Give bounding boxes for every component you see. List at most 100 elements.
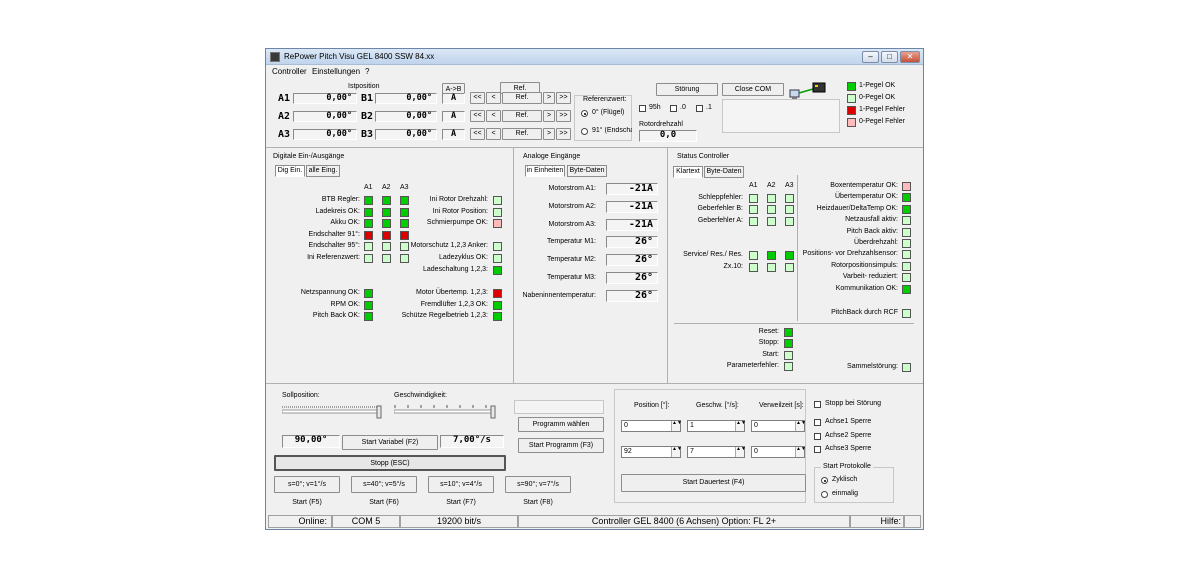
digital-row-label: BTB Regler:	[321, 196, 360, 203]
dauertest-wait-input[interactable]: 0 ▲▼	[751, 420, 806, 432]
dauertest-checkbox[interactable]	[814, 419, 821, 426]
spin-arrows-icon[interactable]: ▲▼	[671, 421, 682, 431]
status-row-label: Boxentemperatur OK:	[830, 182, 898, 189]
nav-ref-button[interactable]: Ref.	[502, 128, 542, 140]
dauertest-checkbox[interactable]	[814, 401, 821, 408]
nav-last-button[interactable]: >>	[556, 110, 571, 122]
preset-button[interactable]: s=40°; v=5°/s	[351, 476, 417, 493]
status-led	[784, 339, 793, 349]
tab-alle-eing[interactable]: alle Eing.	[306, 165, 340, 177]
maximize-icon[interactable]: □	[881, 51, 898, 63]
tab-klartext[interactable]: Klartext	[673, 166, 703, 178]
dauertest-check-label: Achse1 Sperre	[825, 418, 872, 425]
status-hilfe: Hilfe:	[850, 515, 904, 528]
status-led	[902, 193, 911, 203]
referenzwert-group: Referenzwert: 0° (Flügel) 91° (Endscha	[574, 95, 632, 141]
spin-arrows-icon[interactable]: ▲▼	[795, 421, 806, 431]
digital-row-label: Ladekreis OK:	[315, 207, 360, 215]
check-1[interactable]	[696, 105, 703, 112]
check-95h[interactable]	[639, 105, 646, 112]
start-dauertest-button[interactable]: Start Dauertest (F4)	[621, 474, 806, 492]
nav-last-button[interactable]: >>	[556, 92, 571, 104]
dauertest-checkbox[interactable]	[814, 433, 821, 440]
nav-ref-button[interactable]: Ref.	[502, 110, 542, 122]
tab-byte-daten-status[interactable]: Byte-Daten	[704, 166, 744, 178]
tab-byte-daten-analog[interactable]: Byte-Daten	[567, 165, 607, 177]
status-online: Online:	[268, 515, 332, 528]
status-controller: Controller GEL 8400 (6 Achsen) Option: F…	[518, 515, 850, 528]
nav-first-button[interactable]: <<	[470, 128, 485, 140]
nav-next-button[interactable]: >	[543, 110, 555, 122]
nav-next-button[interactable]: >	[543, 92, 555, 104]
dauertest-speed-input[interactable]: 7 ▲▼	[687, 446, 746, 458]
status-led	[902, 261, 911, 271]
axis-label-a: A2	[278, 111, 291, 122]
preset-button[interactable]: s=90°; v=7°/s	[505, 476, 571, 493]
referenzwert-radio-91[interactable]	[581, 128, 588, 135]
dauertest-speed-value: 7	[690, 448, 694, 455]
status-led	[749, 205, 758, 214]
sammelstoerung-label: Sammelstörung:	[847, 363, 898, 370]
spin-arrows-icon[interactable]: ▲▼	[671, 447, 682, 457]
nav-first-button[interactable]: <<	[470, 110, 485, 122]
istposition-label: Istposition	[348, 83, 380, 90]
status-row-label: Zx.10:	[723, 263, 743, 270]
start-variabel-button[interactable]: Start Variabel (F2)	[342, 435, 438, 450]
protokoll-radio-zyklisch[interactable]	[821, 477, 828, 484]
referenzwert-radio-0[interactable]	[581, 110, 588, 117]
stoerung-button[interactable]: Störung	[656, 83, 718, 96]
info-box	[722, 99, 840, 133]
spin-arrows-icon[interactable]: ▲▼	[735, 421, 746, 431]
dauertest-speed-input[interactable]: 1 ▲▼	[687, 420, 746, 432]
main-window: RePower Pitch Visu GEL 8400 SSW 84.xx – …	[265, 48, 924, 530]
nav-prev-button[interactable]: <	[486, 110, 501, 122]
nav-ref-button[interactable]: Ref.	[502, 92, 542, 104]
status-row-label: Netzausfall aktiv:	[845, 216, 898, 224]
dauertest-position-input[interactable]: 0 ▲▼	[621, 420, 682, 432]
tab-in-einheiten[interactable]: in Einheiten	[525, 165, 565, 177]
sollposition-slider[interactable]	[281, 403, 383, 423]
digital-led	[493, 207, 502, 217]
status-baud: 19200 bit/s	[400, 515, 518, 528]
title-bar[interactable]: RePower Pitch Visu GEL 8400 SSW 84.xx – …	[266, 49, 923, 65]
tab-dig-ein[interactable]: Dig Ein.	[275, 165, 305, 177]
nav-last-button[interactable]: >>	[556, 128, 571, 140]
menu-help[interactable]: ?	[365, 67, 369, 76]
analog-value: -21A	[606, 218, 658, 231]
close-com-button[interactable]: Close COM	[722, 83, 784, 96]
status-led	[767, 251, 776, 260]
dauertest-position-input[interactable]: 92 ▲▼	[621, 446, 682, 458]
dauertest-header: Geschw. [°/s]:	[696, 402, 739, 409]
dauertest-checkbox[interactable]	[814, 446, 821, 453]
digital-led	[382, 196, 391, 205]
minimize-icon[interactable]: –	[862, 51, 879, 63]
geschwindigkeit-slider[interactable]	[393, 403, 496, 423]
menu-einstellungen[interactable]: Einstellungen	[312, 67, 360, 76]
programm-waehlen-button[interactable]: Programm wählen	[518, 417, 604, 432]
dauertest-position-value: 0	[624, 422, 628, 429]
menu-controller[interactable]: Controller	[272, 67, 307, 76]
preset-button[interactable]: s=10°; v=4°/s	[428, 476, 494, 493]
close-icon[interactable]: ✕	[900, 51, 920, 63]
digital-row-label: Motor Übertemp. 1,2,3:	[416, 289, 488, 296]
stopp-button[interactable]: Stopp (ESC)	[274, 455, 506, 471]
spin-arrows-icon[interactable]: ▲▼	[795, 447, 806, 457]
status-led	[767, 194, 776, 203]
nav-prev-button[interactable]: <	[486, 128, 501, 140]
protokoll-radio-einmalig[interactable]	[821, 491, 828, 498]
spin-arrows-icon[interactable]: ▲▼	[735, 447, 746, 457]
digital-row-label: Motorschutz 1,2,3 Anker:	[410, 242, 488, 250]
digital-led	[493, 265, 502, 275]
digital-row-label: Fremdlüfter 1,2,3 OK:	[420, 300, 488, 308]
status-led	[749, 217, 758, 226]
referenzwert-option-0: 0° (Flügel)	[592, 109, 625, 116]
preset-button[interactable]: s=0°; v=1°/s	[274, 476, 340, 493]
nav-prev-button[interactable]: <	[486, 92, 501, 104]
check-0[interactable]	[670, 105, 677, 112]
dauertest-wait-input[interactable]: 0 ▲▼	[751, 446, 806, 458]
digital-led	[364, 196, 373, 205]
start-programm-button[interactable]: Start Programm (F3)	[518, 438, 604, 453]
digital-led	[382, 230, 391, 240]
nav-next-button[interactable]: >	[543, 128, 555, 140]
nav-first-button[interactable]: <<	[470, 92, 485, 104]
